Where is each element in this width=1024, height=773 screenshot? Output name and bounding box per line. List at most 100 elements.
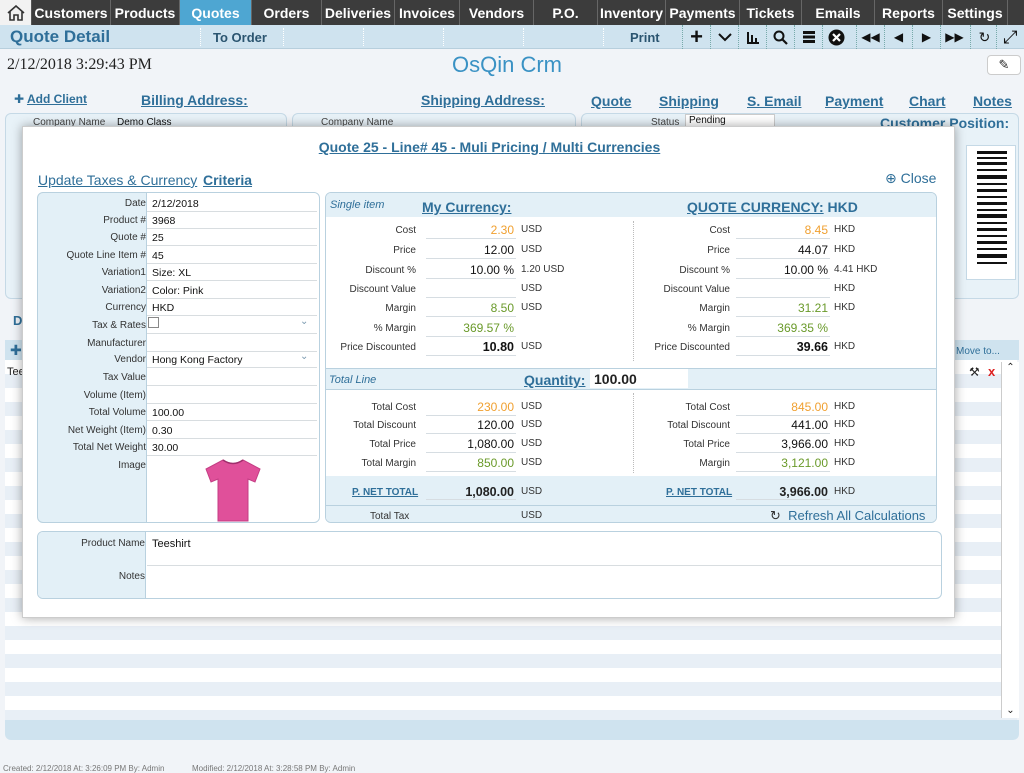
nav-p-o[interactable]: P.O.	[534, 0, 598, 25]
quantity-input[interactable]: 100.00	[590, 369, 688, 388]
my-currency-label: My Currency:	[422, 199, 512, 215]
quantity-label: Quantity:	[524, 372, 586, 388]
right-cost-value[interactable]: 8.45	[736, 223, 828, 237]
tax-rates-dropdown-icon[interactable]: ⌄	[300, 316, 308, 327]
field-value-variation2[interactable]: Color: Pink	[152, 285, 203, 297]
home-icon[interactable]	[0, 0, 32, 25]
left-discount-value[interactable]: 10.00 %	[426, 263, 514, 277]
right-margin-value[interactable]: 3,121.00	[736, 456, 828, 470]
nav-orders[interactable]: Orders	[252, 0, 322, 25]
right-total-discount-value[interactable]: 441.00	[736, 418, 828, 432]
right-total-price-value[interactable]: 3,966.00	[736, 437, 828, 451]
search-icon[interactable]	[766, 25, 794, 49]
nav-invoices[interactable]: Invoices	[395, 0, 460, 25]
right-discount-value-unit: HKD	[834, 283, 856, 294]
page-title: Quote Detail	[10, 27, 111, 46]
tab-s-email[interactable]: S. Email	[747, 93, 801, 109]
nav-quotes[interactable]: Quotes	[180, 0, 252, 25]
nav-inventory[interactable]: Inventory	[598, 0, 666, 25]
right-total-cost-value[interactable]: 845.00	[736, 400, 828, 414]
left-total-margin-value[interactable]: 850.00	[426, 456, 514, 470]
right-price-discounted-value[interactable]: 39.66	[736, 340, 828, 354]
right--margin-value[interactable]: 369.35 %	[736, 321, 828, 335]
nav-deliveries[interactable]: Deliveries	[322, 0, 395, 25]
right-cost-label: Cost	[709, 225, 730, 236]
right-discount-value[interactable]: 10.00 %	[736, 263, 828, 277]
nav-emails[interactable]: Emails	[802, 0, 875, 25]
tools-icon[interactable]: ⚒	[969, 365, 980, 379]
right-margin-value[interactable]: 31.21	[736, 301, 828, 315]
left-price-value[interactable]: 12.00	[426, 243, 514, 257]
top-nav: Customers Products Quotes Orders Deliveries I…	[0, 0, 1024, 25]
nav-payments[interactable]: Payments	[666, 0, 740, 25]
tax-rates-checkbox[interactable]	[148, 317, 159, 328]
nav-settings[interactable]: Settings	[943, 0, 1008, 25]
collapse-icon[interactable]: ⤢	[996, 25, 1024, 49]
next-record-icon[interactable]: ▶	[912, 25, 940, 49]
tab-quote[interactable]: Quote	[591, 93, 631, 109]
last-record-icon[interactable]: ▶▶	[940, 25, 968, 49]
delete-icon[interactable]: x	[988, 364, 995, 379]
left-price-discounted-value[interactable]: 10.80	[426, 340, 514, 354]
field-value-total-volume[interactable]: 100.00	[152, 407, 184, 419]
left-price-unit: USD	[521, 244, 543, 255]
modified-info: Modified: 2/12/2018 At: 3:28:58 PM By: A…	[192, 764, 356, 773]
field-label: Quote Line Item #	[66, 250, 147, 261]
previous-record-icon[interactable]: ◀	[884, 25, 912, 49]
tab-notes[interactable]: Notes	[973, 93, 1012, 109]
nav-reports[interactable]: Reports	[875, 0, 943, 25]
left-total-margin-unit: USD	[521, 457, 543, 468]
line-details-panel: Date 2/12/2018 Product #3968 Quote #25 Quote…	[37, 192, 320, 523]
to-order-button[interactable]: To Order	[213, 30, 267, 45]
nav-products[interactable]: Products	[111, 0, 180, 25]
nav-tickets[interactable]: Tickets	[740, 0, 802, 25]
add-icon[interactable]: +	[682, 24, 710, 49]
tab-chart[interactable]: Chart	[909, 93, 946, 109]
magic-wand-icon[interactable]: ✎	[987, 55, 1021, 75]
field-value-quote-line-item[interactable]: 45	[152, 250, 164, 262]
field-value-currency[interactable]: HKD	[152, 302, 174, 314]
field-value-variation1[interactable]: Size: XL	[152, 267, 191, 279]
print-button[interactable]: Print	[630, 30, 660, 45]
scrollbar[interactable]: ⌃ ⌄	[1001, 362, 1019, 718]
field-value-vendor[interactable]: Hong Kong Factory	[152, 354, 242, 366]
criteria-link[interactable]: Criteria	[203, 172, 252, 188]
field-value-net-weight-item[interactable]: 0.30	[152, 425, 172, 437]
close-button[interactable]: ⊕ Close	[885, 170, 936, 187]
product-name-field[interactable]: Teeshirt	[152, 538, 191, 550]
chart-bars-icon[interactable]	[738, 25, 766, 49]
field-value-quote[interactable]: 25	[152, 232, 164, 244]
add-line-icon[interactable]: ✚	[10, 342, 22, 359]
add-client-link[interactable]: ✚ Add Client	[14, 92, 87, 106]
first-record-icon[interactable]: ◀◀	[856, 25, 884, 49]
single-item-label: Single item	[330, 199, 385, 211]
p-net-total-left: 1,080.00	[465, 485, 514, 499]
right-price-value[interactable]: 44.07	[736, 243, 828, 257]
vendor-dropdown-icon[interactable]: ⌄	[300, 351, 308, 362]
refresh-icon[interactable]: ↻	[970, 25, 998, 49]
left-cost-value[interactable]: 2.30	[426, 223, 514, 237]
left-margin-value[interactable]: 8.50	[426, 301, 514, 315]
billing-address-link[interactable]: Billing Address:	[141, 92, 248, 108]
left-total-cost-value[interactable]: 230.00	[426, 400, 514, 414]
field-label: Variation1	[101, 267, 146, 278]
tab-payment[interactable]: Payment	[825, 93, 883, 109]
field-value-product[interactable]: 3968	[152, 215, 175, 227]
left-total-price-value[interactable]: 1,080.00	[426, 437, 514, 451]
list-icon[interactable]	[794, 25, 822, 49]
section-tab-d[interactable]: D	[13, 313, 22, 328]
nav-vendors[interactable]: Vendors	[460, 0, 534, 25]
tab-shipping[interactable]: Shipping	[659, 93, 719, 109]
refresh-calculations-button[interactable]: ↻ Refresh All Calculations	[770, 508, 925, 522]
nav-customers[interactable]: Customers	[32, 0, 111, 25]
chevron-down-icon[interactable]	[710, 25, 738, 49]
left-total-discount-value[interactable]: 120.00	[426, 418, 514, 432]
update-taxes-link[interactable]: Update Taxes & Currency	[38, 172, 197, 188]
shipping-address-link[interactable]: Shipping Address:	[421, 92, 545, 108]
field-value-total-net-weight[interactable]: 30.00	[152, 442, 178, 454]
left--margin-value[interactable]: 369.57 %	[426, 321, 514, 335]
left-discount-unit: 1.20 USD	[521, 264, 565, 275]
move-to-link[interactable]: Move to...	[956, 346, 1000, 357]
cancel-circle-icon[interactable]	[822, 25, 850, 49]
field-value-date[interactable]: 2/12/2018	[152, 198, 199, 210]
